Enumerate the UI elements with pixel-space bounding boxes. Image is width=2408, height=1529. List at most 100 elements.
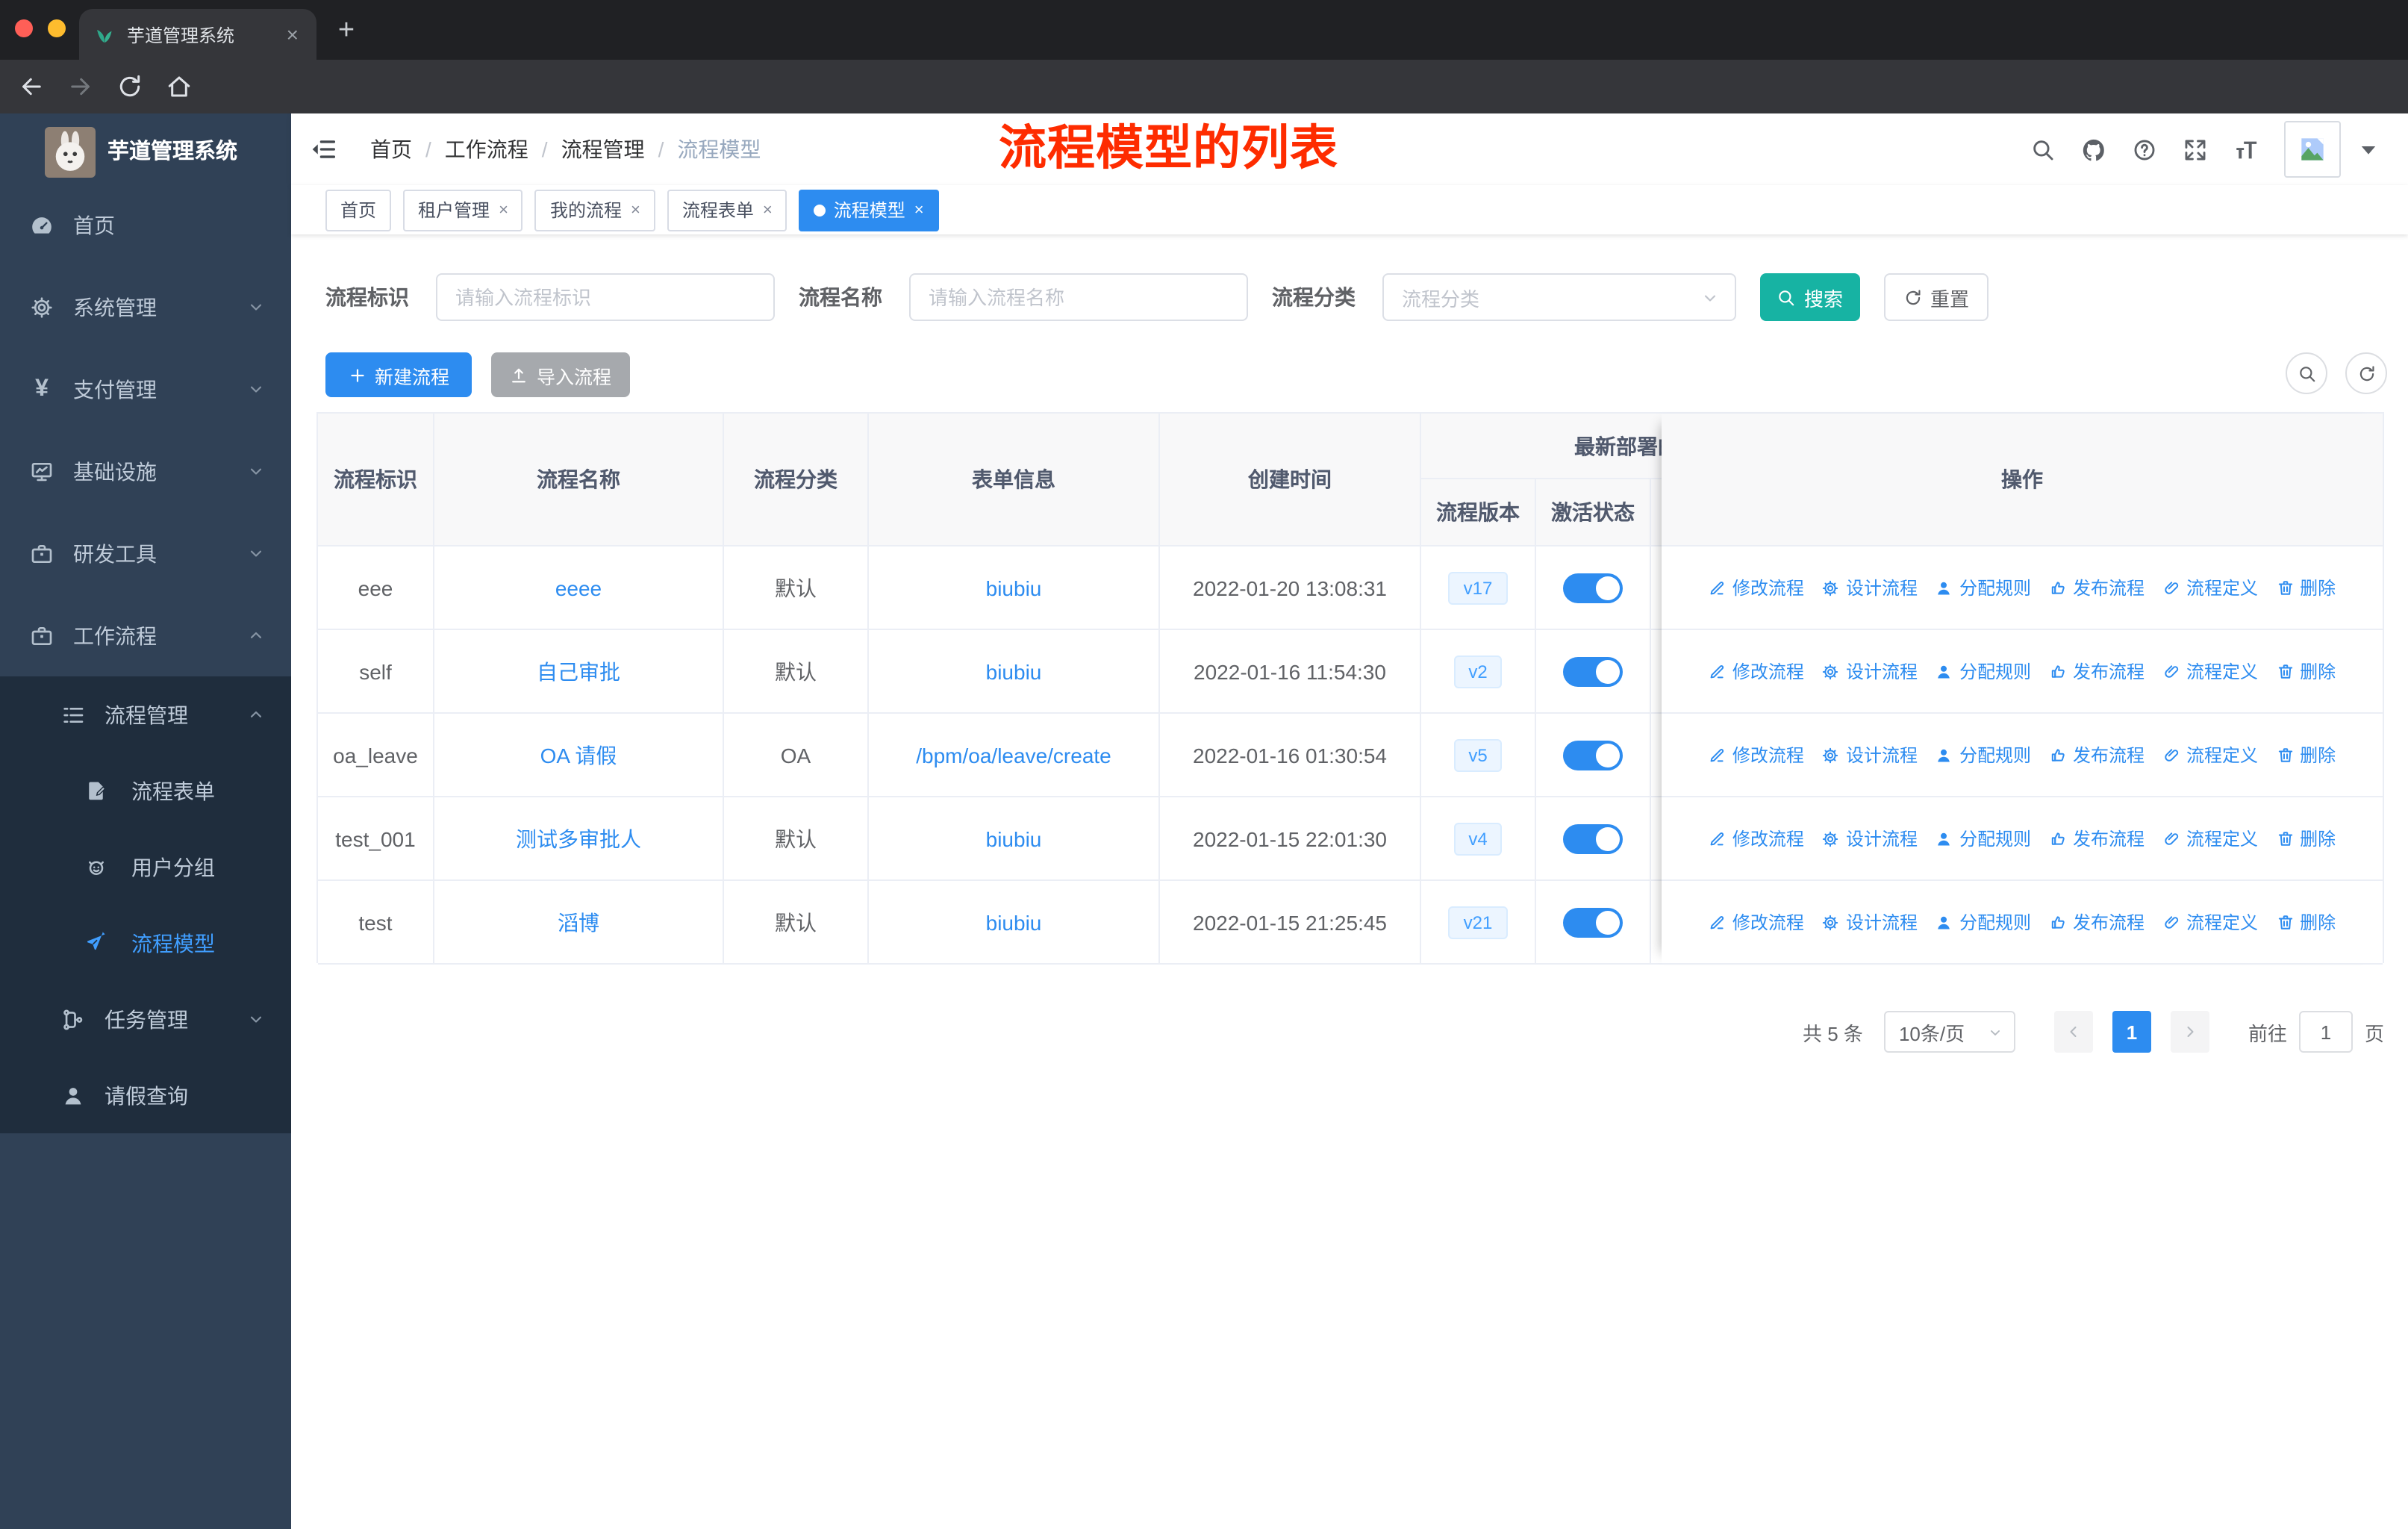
action-modify-link[interactable]: 修改流程 [1709, 909, 1804, 935]
refresh-table-button[interactable] [2345, 352, 2387, 394]
action-assign-rule-link[interactable]: 分配规则 [1936, 826, 2031, 851]
tag-home[interactable]: 首页 [325, 189, 392, 231]
action-delete-link[interactable]: 删除 [2276, 742, 2336, 767]
action-delete-link[interactable]: 删除 [2276, 826, 2336, 851]
create-process-button[interactable]: 新建流程 [325, 352, 472, 397]
process-key-input[interactable] [436, 273, 775, 321]
form-info-link[interactable]: biubiu [986, 826, 1042, 850]
sidebar-item-home[interactable]: 首页 [0, 184, 291, 266]
action-definition-link[interactable]: 流程定义 [2162, 658, 2258, 684]
tab-close-icon[interactable]: × [284, 22, 302, 46]
active-status-toggle[interactable] [1563, 823, 1623, 853]
search-icon[interactable] [2030, 137, 2056, 162]
action-delete-link[interactable]: 删除 [2276, 658, 2336, 684]
action-publish-link[interactable]: 发布流程 [2049, 742, 2145, 767]
sidebar-item-process-management[interactable]: 流程管理 [0, 676, 291, 753]
action-delete-link[interactable]: 删除 [2276, 909, 2336, 935]
reload-icon[interactable] [116, 73, 143, 100]
version-tag[interactable]: v17 [1448, 571, 1508, 604]
search-button[interactable]: 搜索 [1760, 273, 1860, 321]
action-assign-rule-link[interactable]: 分配规则 [1936, 909, 2031, 935]
sidebar-item-process-model[interactable]: 流程模型 [0, 905, 291, 981]
action-modify-link[interactable]: 修改流程 [1709, 658, 1804, 684]
form-info-link[interactable]: biubiu [986, 910, 1042, 934]
action-publish-link[interactable]: 发布流程 [2049, 826, 2145, 851]
action-assign-rule-link[interactable]: 分配规则 [1936, 742, 2031, 767]
home-icon[interactable] [166, 73, 193, 100]
breadcrumb-item[interactable]: 工作流程 [445, 134, 528, 164]
window-close-button[interactable] [15, 19, 33, 37]
process-name-link[interactable]: 滔博 [558, 907, 599, 937]
tag-close-icon[interactable]: × [761, 201, 773, 219]
reset-button[interactable]: 重置 [1884, 273, 1989, 321]
action-definition-link[interactable]: 流程定义 [2162, 575, 2258, 600]
action-assign-rule-link[interactable]: 分配规则 [1936, 575, 2031, 600]
active-status-toggle[interactable] [1563, 740, 1623, 770]
action-definition-link[interactable]: 流程定义 [2162, 909, 2258, 935]
window-minimize-button[interactable] [48, 19, 66, 37]
action-publish-link[interactable]: 发布流程 [2049, 909, 2145, 935]
sidebar-item-infrastructure[interactable]: 基础设施 [0, 430, 291, 512]
action-design-link[interactable]: 设计流程 [1822, 826, 1918, 851]
prev-page-button[interactable] [2053, 1011, 2093, 1053]
action-definition-link[interactable]: 流程定义 [2162, 826, 2258, 851]
version-tag[interactable]: v5 [1453, 738, 1503, 771]
new-tab-button[interactable]: + [327, 12, 366, 51]
action-publish-link[interactable]: 发布流程 [2049, 658, 2145, 684]
sidebar-item-task-management[interactable]: 任务管理 [0, 981, 291, 1057]
breadcrumb-item[interactable]: 流程管理 [561, 134, 645, 164]
form-info-link[interactable]: biubiu [986, 576, 1042, 600]
browser-tab[interactable]: 芋道管理系统 × [79, 9, 316, 60]
sidebar-item-leave-query[interactable]: 请假查询 [0, 1057, 291, 1133]
action-modify-link[interactable]: 修改流程 [1709, 742, 1804, 767]
tag-close-icon[interactable]: × [497, 201, 508, 219]
form-info-link[interactable]: biubiu [986, 659, 1042, 683]
sidebar-item-workflow[interactable]: 工作流程 [0, 594, 291, 676]
action-modify-link[interactable]: 修改流程 [1709, 575, 1804, 600]
version-tag[interactable]: v4 [1453, 822, 1503, 855]
tag-process-model[interactable]: 流程模型 × [799, 189, 939, 231]
process-name-link[interactable]: 测试多审批人 [516, 823, 641, 853]
action-design-link[interactable]: 设计流程 [1822, 575, 1918, 600]
action-modify-link[interactable]: 修改流程 [1709, 826, 1804, 851]
import-process-button[interactable]: 导入流程 [491, 352, 630, 397]
version-tag[interactable]: v2 [1453, 655, 1503, 688]
process-name-link[interactable]: 自己审批 [537, 656, 620, 686]
avatar-caret-down-icon[interactable] [2356, 137, 2381, 162]
sidebar-item-payment-management[interactable]: ¥ 支付管理 [0, 348, 291, 430]
action-delete-link[interactable]: 删除 [2276, 575, 2336, 600]
active-status-toggle[interactable] [1563, 573, 1623, 602]
action-publish-link[interactable]: 发布流程 [2049, 575, 2145, 600]
goto-page-input[interactable] [2298, 1011, 2353, 1053]
sidebar-item-dev-tools[interactable]: 研发工具 [0, 512, 291, 594]
process-name-link[interactable]: OA 请假 [540, 740, 617, 770]
sidebar-item-user-group[interactable]: 用户分组 [0, 829, 291, 905]
question-icon[interactable] [2132, 137, 2157, 162]
process-name-input[interactable] [909, 273, 1248, 321]
version-tag[interactable]: v21 [1448, 906, 1508, 938]
github-icon[interactable] [2081, 137, 2106, 162]
action-design-link[interactable]: 设计流程 [1822, 658, 1918, 684]
action-design-link[interactable]: 设计流程 [1822, 909, 1918, 935]
breadcrumb-item[interactable]: 首页 [370, 134, 412, 164]
active-status-toggle[interactable] [1563, 907, 1623, 937]
action-assign-rule-link[interactable]: 分配规则 [1936, 658, 2031, 684]
process-category-select[interactable]: 流程分类 [1382, 273, 1736, 321]
active-status-toggle[interactable] [1563, 656, 1623, 686]
toggle-search-button[interactable] [2286, 352, 2327, 394]
tag-process-form[interactable]: 流程表单 × [667, 189, 787, 231]
sidebar-logo[interactable]: 芋道管理系统 [0, 127, 291, 178]
sidebar-item-process-form[interactable]: 流程表单 [0, 753, 291, 829]
action-definition-link[interactable]: 流程定义 [2162, 742, 2258, 767]
next-page-button[interactable] [2170, 1011, 2209, 1053]
sidebar-item-system-management[interactable]: 系统管理 [0, 266, 291, 348]
action-design-link[interactable]: 设计流程 [1822, 742, 1918, 767]
page-number-button[interactable]: 1 [2112, 1011, 2151, 1053]
user-avatar[interactable] [2284, 121, 2341, 178]
back-icon[interactable] [18, 73, 45, 100]
text-size-icon[interactable] [2233, 137, 2259, 162]
sidebar-collapse-icon[interactable] [311, 136, 337, 163]
tag-close-icon[interactable]: × [629, 201, 640, 219]
tag-close-icon[interactable]: × [913, 201, 924, 219]
fullscreen-icon[interactable] [2183, 137, 2208, 162]
